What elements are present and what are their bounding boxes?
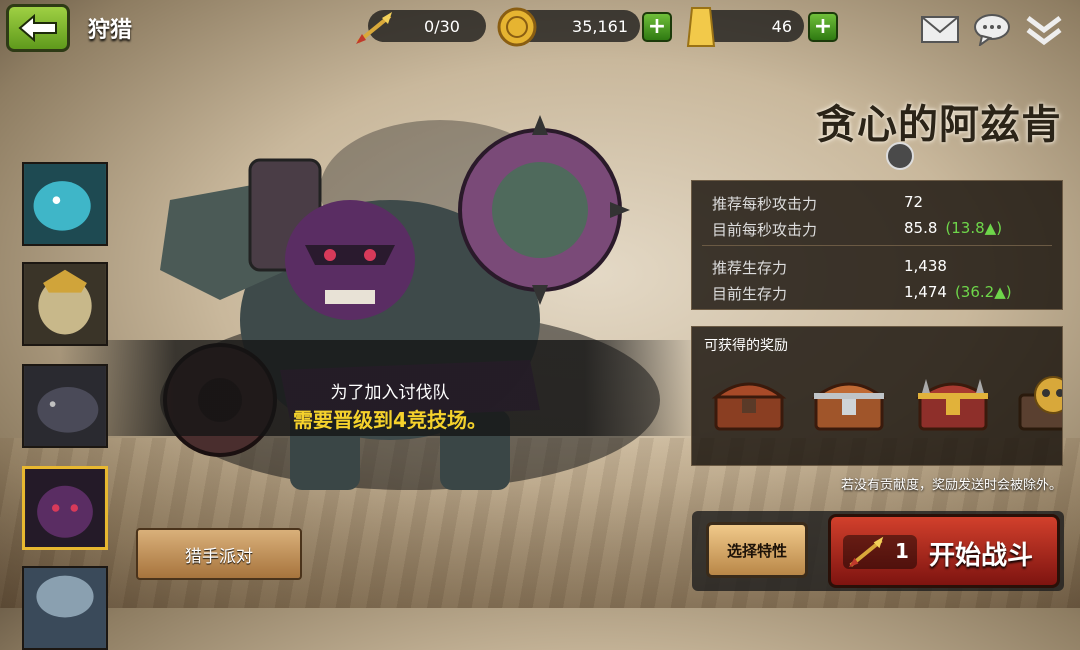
arrow-stamina-icon bbox=[356, 12, 392, 44]
rewards-title: 可获得的奖励 bbox=[704, 338, 788, 354]
arrow-stamina-icon bbox=[848, 536, 884, 568]
skull-chest-icon[interactable] bbox=[1014, 369, 1063, 435]
stat-value: 72 bbox=[904, 193, 924, 211]
stat-value: 85.8 bbox=[904, 219, 938, 237]
banner-line2: 需要晋级到4竞技场。 bbox=[293, 408, 487, 432]
hunter-party-button[interactable]: 猎手派对 bbox=[136, 528, 302, 580]
stat-value-wrap: 1,474 (36.2▲) bbox=[904, 283, 1012, 301]
back-arrow-icon bbox=[18, 13, 57, 43]
boss-name: 贪心的阿兹肯 bbox=[816, 102, 1062, 148]
hunt-target-portrait-2[interactable] bbox=[22, 262, 108, 346]
divider bbox=[702, 245, 1052, 246]
mail-icon[interactable] bbox=[920, 12, 960, 46]
hunt-target-portrait-1[interactable] bbox=[22, 162, 108, 246]
add-gem-button[interactable]: + bbox=[808, 12, 838, 42]
start-label: 开始战斗 bbox=[929, 541, 1034, 571]
select-trait-button[interactable]: 选择特性 bbox=[706, 522, 808, 578]
hunt-target-portrait-3[interactable] bbox=[22, 364, 108, 448]
add-gold-button[interactable]: + bbox=[642, 12, 672, 42]
stat-label: 推荐每秒攻击力 bbox=[712, 195, 818, 213]
stat-value: 1,438 bbox=[904, 257, 947, 275]
menu-collapse-icon[interactable] bbox=[1024, 12, 1064, 46]
stat-value: 1,474 bbox=[904, 283, 947, 301]
stat-label: 目前每秒攻击力 bbox=[712, 221, 818, 239]
wooden-chest-icon[interactable] bbox=[710, 369, 788, 435]
silver-chest-icon[interactable] bbox=[810, 369, 888, 435]
rewards-panel: 可获得的奖励 bbox=[691, 326, 1063, 466]
gold-coin-icon bbox=[497, 7, 537, 47]
chat-icon[interactable] bbox=[972, 12, 1012, 46]
screen-title: 狩猎 bbox=[88, 18, 133, 43]
hunt-target-portrait-4-selected[interactable] bbox=[22, 466, 108, 550]
gold-value: 35,161 bbox=[572, 16, 628, 36]
stat-delta: (36.2▲) bbox=[954, 283, 1012, 301]
stat-value-wrap: 85.8 (13.8▲) bbox=[904, 219, 1002, 237]
stamina-value: 0/30 bbox=[424, 16, 460, 36]
stat-label: 推荐生存力 bbox=[712, 259, 788, 277]
boss-type-icon bbox=[886, 142, 914, 170]
stat-delta: (13.8▲) bbox=[945, 219, 1003, 237]
rewards-note: 若没有贡献度，奖励发送时会被除外。 bbox=[840, 478, 1062, 493]
banner-line1: 为了加入讨伐队 bbox=[330, 383, 450, 403]
start-battle-button[interactable]: 1 开始战斗 bbox=[828, 514, 1060, 588]
gold-chest-icon[interactable] bbox=[914, 369, 992, 435]
start-cost: 1 bbox=[895, 539, 909, 563]
hunt-target-portrait-5[interactable] bbox=[22, 566, 108, 650]
back-button[interactable] bbox=[6, 4, 70, 52]
stat-label: 目前生存力 bbox=[712, 285, 788, 303]
gem-value: 46 bbox=[771, 16, 792, 36]
stats-panel: 推荐每秒攻击力 72 目前每秒攻击力 85.8 (13.8▲) 推荐生存力 1,4… bbox=[691, 180, 1063, 310]
gold-bar-icon bbox=[686, 7, 716, 47]
boss-artwork bbox=[160, 115, 660, 490]
